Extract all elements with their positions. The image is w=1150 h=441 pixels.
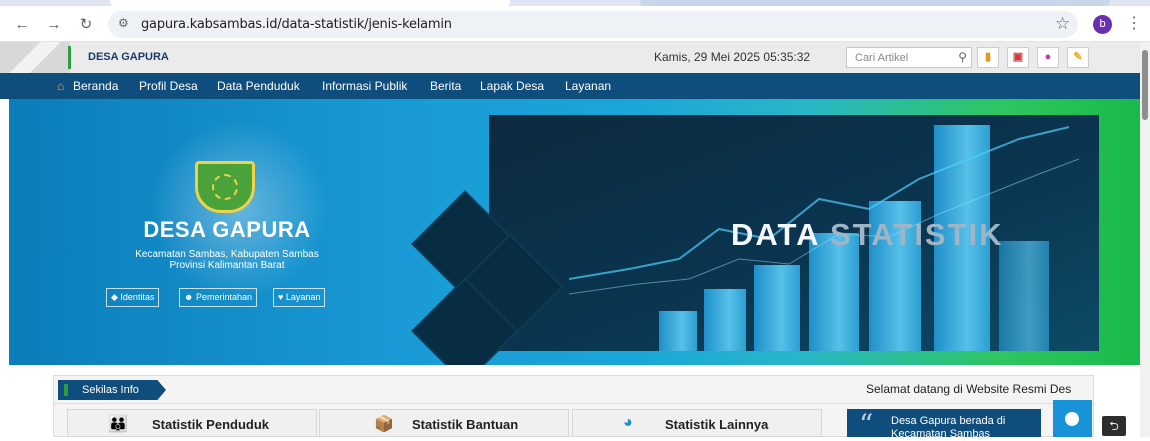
info-icon (1065, 412, 1079, 426)
browser-tab-active[interactable] (110, 0, 510, 6)
site-info-icon[interactable]: ⚙ (118, 16, 129, 30)
browser-chrome: ← → ↻ ⚙ gapura.kabsambas.id/data-statist… (0, 0, 1150, 42)
statistik-bantuan-card[interactable]: 📦 Statistik Bantuan (319, 409, 569, 437)
search-placeholder: Cari Artikel (855, 52, 909, 64)
quote-icon: “ (859, 408, 874, 441)
aid-box-icon: 📦 (374, 416, 394, 433)
profile-avatar[interactable]: b (1093, 15, 1112, 34)
reload-icon[interactable]: ↻ (76, 15, 96, 35)
forward-icon[interactable]: → (44, 15, 64, 35)
back-icon[interactable]: ← (12, 15, 32, 35)
site-topbar: DESA GAPURA Kamis, 29 Mei 2025 05:35:32 … (0, 42, 1140, 73)
url-text[interactable]: gapura.kabsambas.id/data-statistik/jenis… (141, 17, 452, 32)
banner-heading: DATA STATISTIK (731, 217, 1004, 253)
search-input[interactable]: Cari Artikel ⚲ (846, 47, 972, 68)
page-scrollbar[interactable] (1140, 42, 1150, 437)
pemerintahan-button[interactable]: ☻ Pemerintahan (179, 288, 258, 307)
back-to-top-button[interactable]: ⮌ (1102, 416, 1126, 436)
tab-strip (0, 0, 1150, 6)
layanan-label: Layanan (285, 292, 321, 302)
main-navigation: ⌂ Beranda Profil Desa Data Penduduk Info… (0, 73, 1140, 99)
hero-subtitle-1: Kecamatan Sambas, Kabupaten Sambas (135, 249, 319, 260)
hero-banner: DESA GAPURA Kecamatan Sambas, Kabupaten … (9, 99, 1140, 365)
current-datetime: Kamis, 29 Mei 2025 05:35:32 (654, 50, 811, 64)
identitas-label: Identitas (120, 292, 155, 302)
card-label: Statistik Bantuan (412, 417, 519, 432)
identitas-button[interactable]: ◆ Identitas (106, 288, 160, 307)
quote-text: Desa Gapura berada di Kecamatan Sambas (891, 415, 1006, 440)
menu-icon[interactable]: ⋮ (1126, 13, 1142, 33)
site-brand[interactable]: DESA GAPURA (88, 51, 169, 63)
village-emblem-icon (195, 161, 255, 213)
hero-subtitle-2: Provinsi Kalimantan Barat (169, 260, 285, 271)
nav-item-berita[interactable]: Berita (430, 79, 461, 93)
info-tag-label: Sekilas Info (82, 384, 139, 396)
nav-item-profil-desa[interactable]: Profil Desa (139, 79, 198, 93)
donut-chart-icon: ◕ (623, 414, 633, 431)
nav-item-informasi-publik[interactable]: Informasi Publik (322, 79, 407, 93)
statistik-lainnya-card[interactable]: ◕ Statistik Lainnya (572, 409, 822, 437)
logo-accent-bar (68, 46, 71, 69)
address-bar[interactable]: ⚙ gapura.kabsambas.id/data-statistik/jen… (108, 11, 1078, 38)
home-icon[interactable]: ⌂ (57, 79, 64, 93)
nav-item-lapak-desa[interactable]: Lapak Desa (480, 79, 544, 93)
chart-icon[interactable]: ▮ (977, 47, 999, 68)
info-tag: Sekilas Info (58, 380, 166, 400)
nav-item-layanan[interactable]: Layanan (565, 79, 611, 93)
layanan-button[interactable]: ♥ Layanan (273, 288, 326, 307)
logo-decoration (0, 42, 70, 73)
card-label: Statistik Penduduk (152, 417, 270, 432)
users-icon[interactable]: ● (1037, 47, 1059, 68)
info-widget-button[interactable] (1053, 400, 1092, 437)
nav-item-data-penduduk[interactable]: Data Penduduk (217, 79, 300, 93)
people-group-icon: 👪 (108, 416, 128, 433)
divider (54, 403, 1095, 404)
banner-word-statistik: STATISTIK (829, 217, 1004, 252)
search-icon[interactable]: ⚲ (958, 50, 967, 64)
pemerintahan-label: Pemerintahan (195, 292, 253, 302)
quote-box: “ Desa Gapura berada di Kecamatan Sambas (847, 408, 1041, 441)
news-ticker[interactable]: Selamat datang di Website Resmi Des (866, 382, 1094, 396)
pencil-icon[interactable]: ✎ (1067, 47, 1089, 68)
browser-tab[interactable] (640, 0, 1110, 6)
nav-item-beranda[interactable]: Beranda (73, 79, 118, 93)
banner-word-data: DATA (731, 217, 820, 252)
statistik-penduduk-card[interactable]: 👪 Statistik Penduduk (67, 409, 317, 437)
hero-title: DESA GAPURA (143, 217, 311, 242)
scrollbar-thumb[interactable] (1142, 50, 1148, 120)
bookmark-star-icon[interactable]: ☆ (1055, 14, 1070, 34)
lock-icon[interactable]: ▣ (1007, 47, 1029, 68)
card-label: Statistik Lainnya (665, 417, 769, 432)
